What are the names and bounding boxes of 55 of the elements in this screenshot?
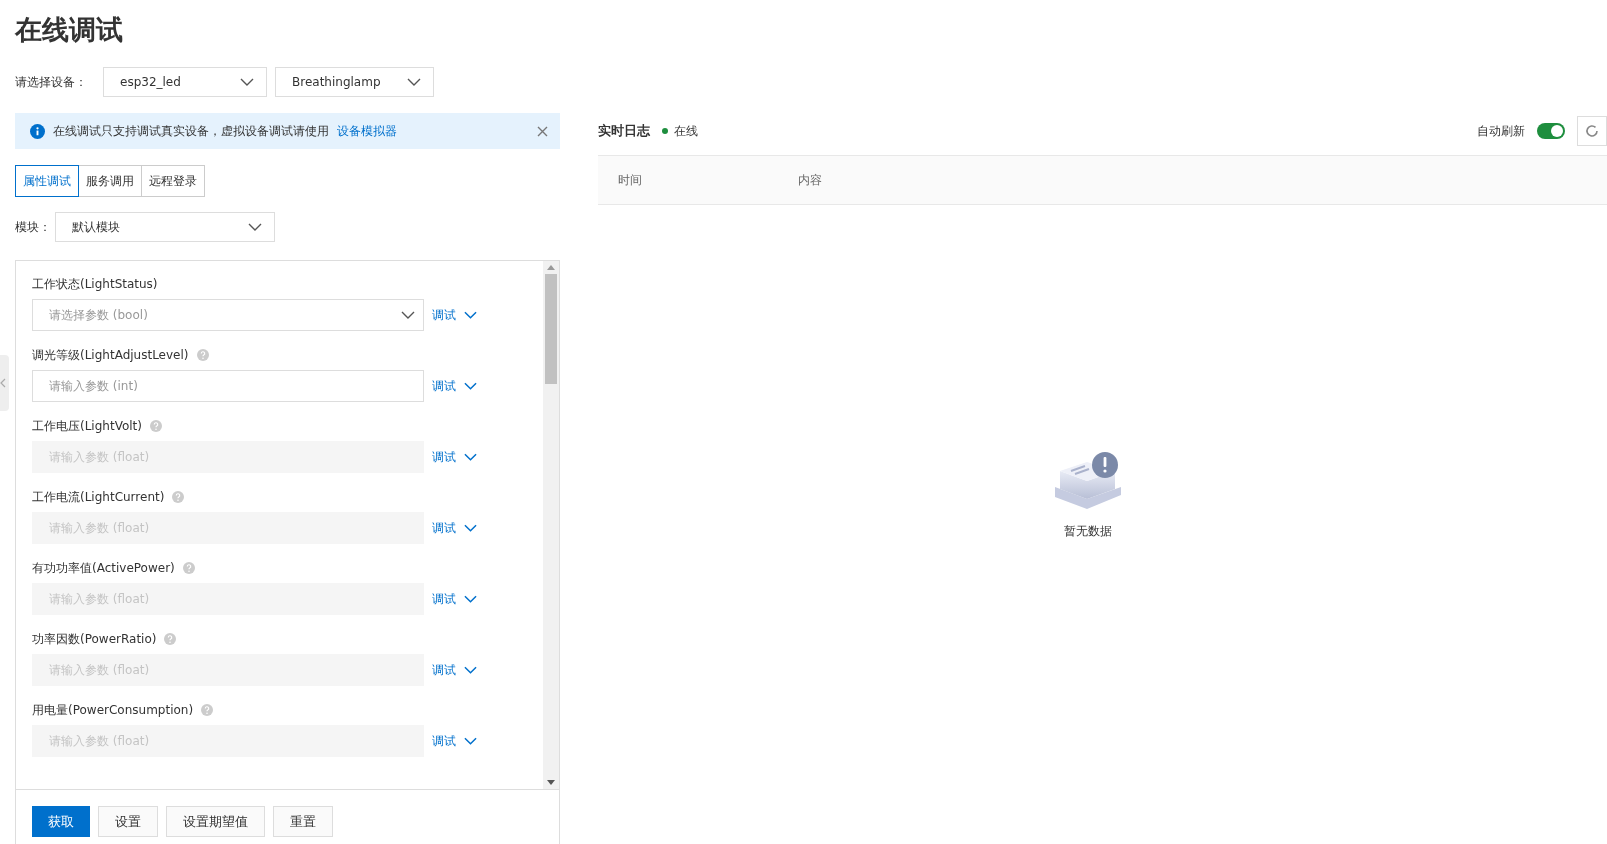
scroll-up-icon[interactable] (547, 265, 555, 270)
chevron-down-icon[interactable] (464, 737, 477, 745)
parameter-input[interactable]: 请输入参数 (int) (32, 370, 424, 402)
tab[interactable]: 属性调试 (15, 165, 79, 197)
empty-message: 暂无数据 (1063, 523, 1112, 540)
status-text: 在线 (674, 122, 698, 140)
collapse-handle[interactable] (0, 355, 9, 411)
chevron-down-icon[interactable] (464, 382, 477, 390)
help-icon[interactable] (196, 349, 209, 361)
device-select[interactable]: Breathinglamp (275, 67, 434, 97)
module-label: 模块： (15, 218, 52, 236)
property-label: 调光等级(LightAdjustLevel) (32, 346, 189, 364)
module-select[interactable]: 默认模块 (55, 212, 275, 242)
property-label: 工作电压(LightVolt) (32, 417, 142, 435)
chevron-down-icon[interactable] (464, 595, 477, 603)
page-title: 在线调试 (15, 13, 124, 47)
scrollbar[interactable] (543, 261, 559, 789)
chevron-left-icon (0, 378, 6, 388)
action-button[interactable]: 设置期望值 (166, 806, 265, 837)
auto-refresh-toggle[interactable] (1537, 123, 1565, 139)
property-label: 功率因数(PowerRatio) (32, 630, 157, 648)
chevron-down-icon (240, 78, 254, 86)
chevron-down-icon (401, 311, 415, 319)
parameter-select[interactable]: 请选择参数 (bool) (32, 299, 424, 331)
chevron-down-icon[interactable] (464, 524, 477, 532)
action-button[interactable]: 设置 (98, 806, 158, 837)
refresh-icon (1584, 123, 1600, 139)
log-title: 实时日志 (598, 122, 650, 140)
chevron-down-icon[interactable] (464, 666, 477, 674)
scroll-down-icon[interactable] (547, 780, 555, 785)
auto-refresh-label: 自动刷新 (1477, 122, 1525, 140)
property-label: 用电量(PowerConsumption) (32, 701, 194, 719)
device-label: 请选择设备： (15, 73, 88, 91)
property-label: 工作状态(LightStatus) (32, 275, 158, 293)
debug-link[interactable]: 调试 (432, 306, 456, 324)
banner-text: 在线调试只支持调试真实设备，虚拟设备调试请使用 (53, 122, 329, 140)
close-icon[interactable] (537, 125, 548, 137)
property-label: 工作电流(LightCurrent) (32, 488, 165, 506)
product-select[interactable]: esp32_led (103, 67, 267, 97)
column-header: 时间 (617, 171, 643, 189)
column-header: 内容 (797, 171, 822, 189)
chevron-down-icon (407, 78, 421, 86)
chevron-down-icon (248, 223, 262, 231)
action-button[interactable]: 获取 (32, 806, 90, 837)
action-button[interactable]: 重置 (273, 806, 333, 837)
scrollbar-thumb[interactable] (545, 274, 557, 384)
debug-link[interactable]: 调试 (432, 377, 456, 395)
tab[interactable]: 服务调用 (78, 165, 142, 197)
refresh-button[interactable] (1577, 116, 1607, 146)
simulator-link[interactable]: 设备模拟器 (337, 122, 397, 140)
property-label: 有功功率值(ActivePower) (32, 559, 175, 577)
info-icon (30, 123, 45, 139)
chevron-down-icon[interactable] (464, 453, 477, 461)
chevron-down-icon[interactable] (464, 311, 477, 319)
tab[interactable]: 远程登录 (141, 165, 205, 197)
